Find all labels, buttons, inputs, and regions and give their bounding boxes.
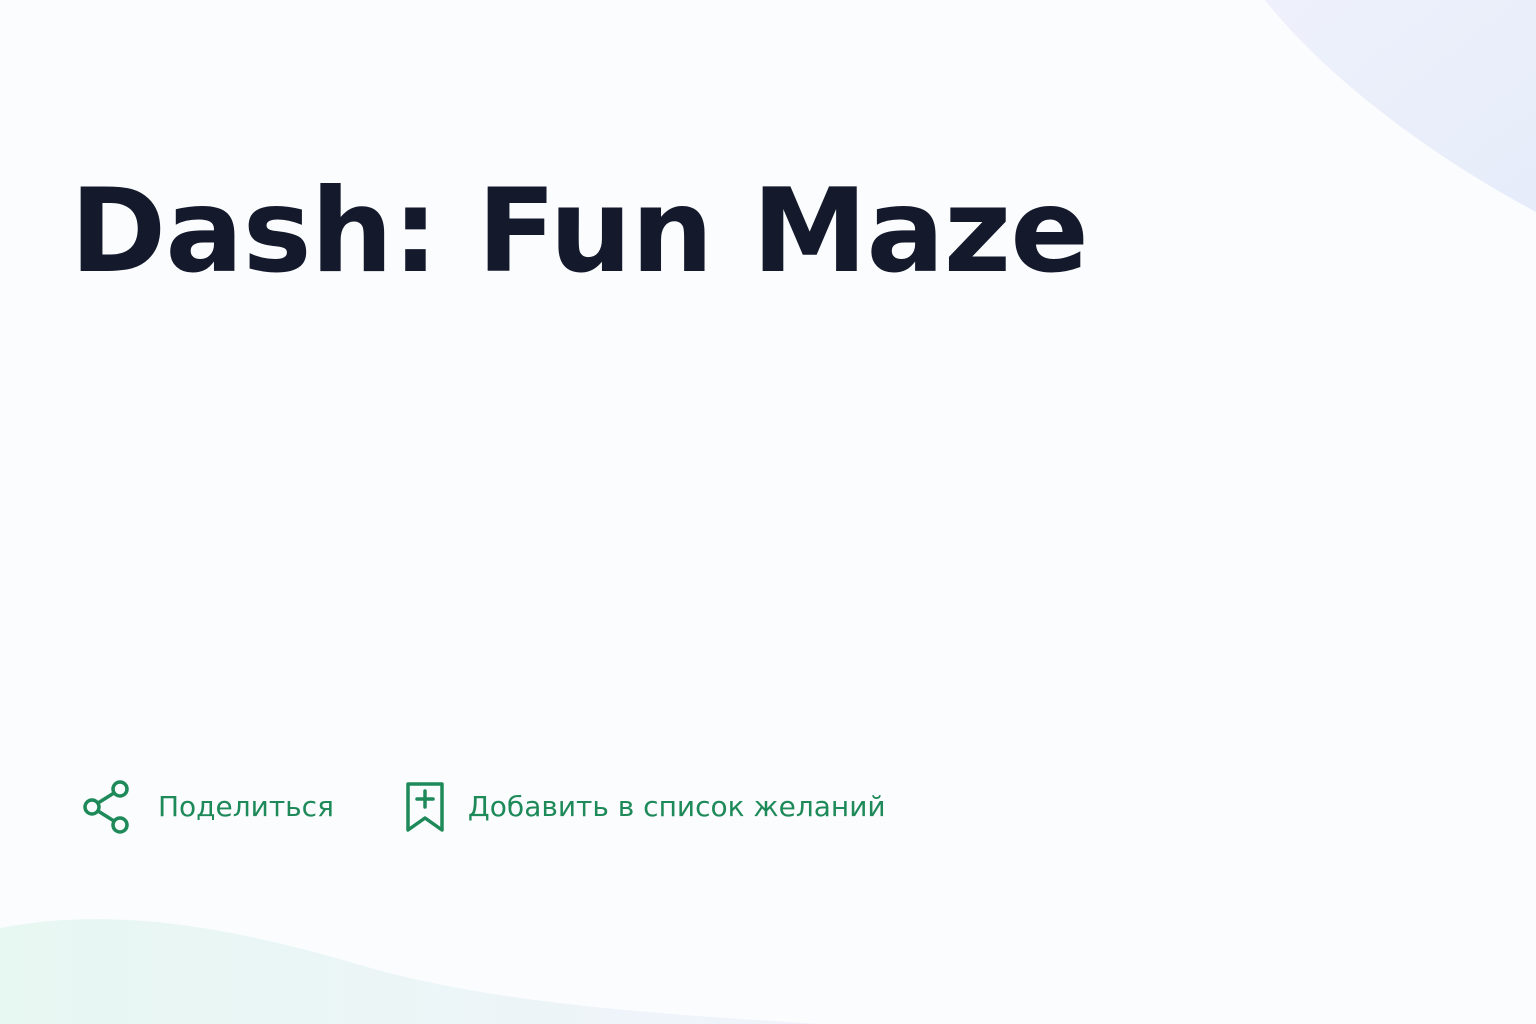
wishlist-label: Добавить в список желаний — [467, 790, 886, 823]
share-button[interactable]: Поделиться — [82, 780, 334, 834]
background-decoration — [0, 0, 1536, 1024]
share-label: Поделиться — [158, 790, 334, 823]
add-to-wishlist-button[interactable]: Добавить в список желаний — [404, 780, 886, 834]
actions-bar: Поделиться Добавить в список желаний — [82, 776, 886, 838]
bookmark-add-icon — [404, 780, 446, 834]
page-title: Dash: Fun Maze — [70, 164, 1089, 299]
share-icon — [82, 780, 132, 834]
